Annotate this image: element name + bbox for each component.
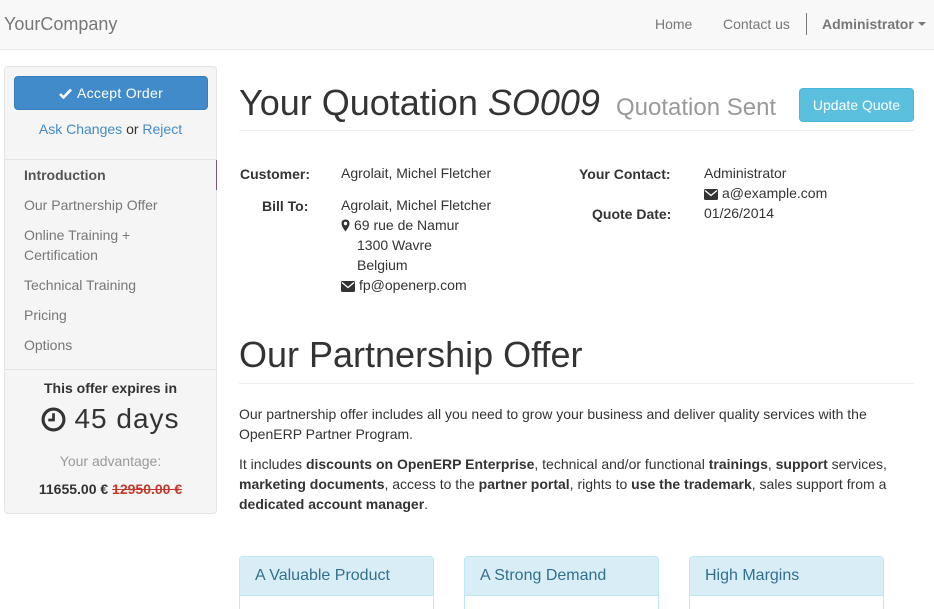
panel-high-margins: High Margins — [689, 556, 884, 609]
sidebar-divider — [5, 369, 217, 370]
panel-heading: A Valuable Product — [240, 557, 433, 596]
toc-introduction[interactable]: Introduction — [24, 165, 174, 185]
old-price: 12950.00 € — [112, 481, 183, 497]
quote-date-value: 01/26/2014 — [704, 205, 775, 221]
top-navbar: YourCompany Home Contact us Administrato… — [0, 0, 934, 50]
text-run: It includes — [239, 456, 306, 472]
bill-to-label: Bill To: — [262, 198, 309, 214]
bold-run: use the trademark — [631, 476, 752, 492]
contact-email-text[interactable]: a@example.com — [722, 185, 827, 201]
contact-name: Administrator — [704, 165, 787, 181]
reject-link[interactable]: Reject — [142, 121, 182, 137]
intro-paragraph: Our partnership offer includes all you n… — [239, 406, 867, 442]
toc-pricing[interactable]: Pricing — [24, 305, 174, 325]
bold-run: discounts on OpenERP Enterprise — [305, 456, 535, 472]
bold-run: marketing documents — [239, 476, 385, 492]
panel-strong-demand: A Strong Demand — [464, 556, 659, 609]
toc-technical-training[interactable]: Technical Training — [24, 275, 174, 295]
text-run: , — [767, 456, 776, 472]
customer-email: fp@openerp.com — [341, 275, 467, 295]
contact-email: a@example.com — [704, 183, 827, 203]
text-run: . — [424, 496, 429, 512]
user-name: Administrator — [822, 16, 914, 32]
panel-heading: A Strong Demand — [465, 557, 658, 596]
user-menu[interactable]: Administrator — [822, 16, 926, 32]
caret-down-icon — [917, 22, 926, 27]
map-marker-icon — [341, 219, 350, 232]
address-city: 1300 Wavre — [357, 237, 432, 253]
bill-to-name: Agrolait, Michel Fletcher — [341, 197, 492, 213]
expires-countdown: 45 days — [5, 403, 216, 435]
bold-run: support — [775, 456, 828, 472]
check-icon — [59, 88, 72, 99]
ask-changes-line: Ask Changes or Reject — [5, 121, 216, 137]
contact-label: Your Contact: — [579, 166, 671, 182]
text-run: , technical and/or functional — [534, 456, 709, 472]
title-prefix: Your Quotation — [239, 82, 478, 123]
toc-online-training[interactable]: Online Training + Certification — [24, 225, 174, 265]
section-divider — [239, 383, 914, 384]
advantage-prices: 11655.00 € 12950.00 € — [5, 481, 216, 497]
quotation-number: SO009 — [487, 82, 600, 123]
advantage-label: Your advantage: — [59, 453, 162, 469]
quote-sidebar: Accept Order Ask Changes or Reject Intro… — [4, 66, 217, 514]
street-text: 69 rue de Namur — [354, 217, 460, 233]
ask-changes-link[interactable]: Ask Changes — [39, 121, 122, 137]
expires-days-value: 45 days — [74, 403, 180, 434]
nav-contact-link[interactable]: Contact us — [723, 16, 790, 32]
envelope-icon — [704, 189, 718, 200]
address-street: 69 rue de Namur — [341, 215, 459, 235]
quote-date-label: Quote Date: — [592, 206, 672, 222]
customer-label: Customer: — [240, 166, 311, 182]
includes-paragraph: It includes discounts on OpenERP Enterpr… — [239, 454, 909, 514]
clock-icon — [41, 407, 66, 431]
nav-divider — [806, 13, 807, 35]
text-run: , sales support from a — [751, 476, 887, 492]
section-title: Our Partnership Offer — [239, 334, 583, 375]
quotation-state: Quotation Sent — [615, 94, 777, 121]
text-run: services, — [827, 456, 887, 472]
active-indicator — [216, 160, 217, 190]
table-of-contents: Introduction Our Partnership Offer Onlin… — [5, 159, 217, 353]
or-text: or — [126, 121, 139, 137]
bold-run: dedicated account manager — [239, 496, 425, 512]
envelope-icon — [341, 281, 355, 292]
expires-title: This offer expires in — [43, 380, 178, 396]
nav-home-link[interactable]: Home — [655, 16, 692, 32]
update-quote-button[interactable]: Update Quote — [799, 88, 914, 122]
title-divider — [239, 130, 914, 131]
customer-email-text[interactable]: fp@openerp.com — [359, 277, 467, 293]
brand-logo[interactable]: YourCompany — [4, 14, 117, 35]
page-title: Your Quotation SO009 Quotation Sent — [239, 82, 776, 124]
panel-valuable-product: A Valuable Product — [239, 556, 434, 609]
text-run: , rights to — [569, 476, 632, 492]
text-run: , access to the — [384, 476, 479, 492]
accept-order-button[interactable]: Accept Order — [14, 76, 208, 110]
toc-partnership-offer[interactable]: Our Partnership Offer — [24, 195, 174, 215]
address-country: Belgium — [357, 257, 408, 273]
panel-heading: High Margins — [690, 557, 883, 596]
new-price: 11655.00 € — [38, 481, 109, 497]
bold-run: partner portal — [478, 476, 570, 492]
toc-options[interactable]: Options — [24, 335, 174, 355]
bold-run: trainings — [708, 456, 768, 472]
accept-order-label: Accept Order — [76, 85, 164, 101]
customer-value: Agrolait, Michel Fletcher — [341, 165, 492, 181]
